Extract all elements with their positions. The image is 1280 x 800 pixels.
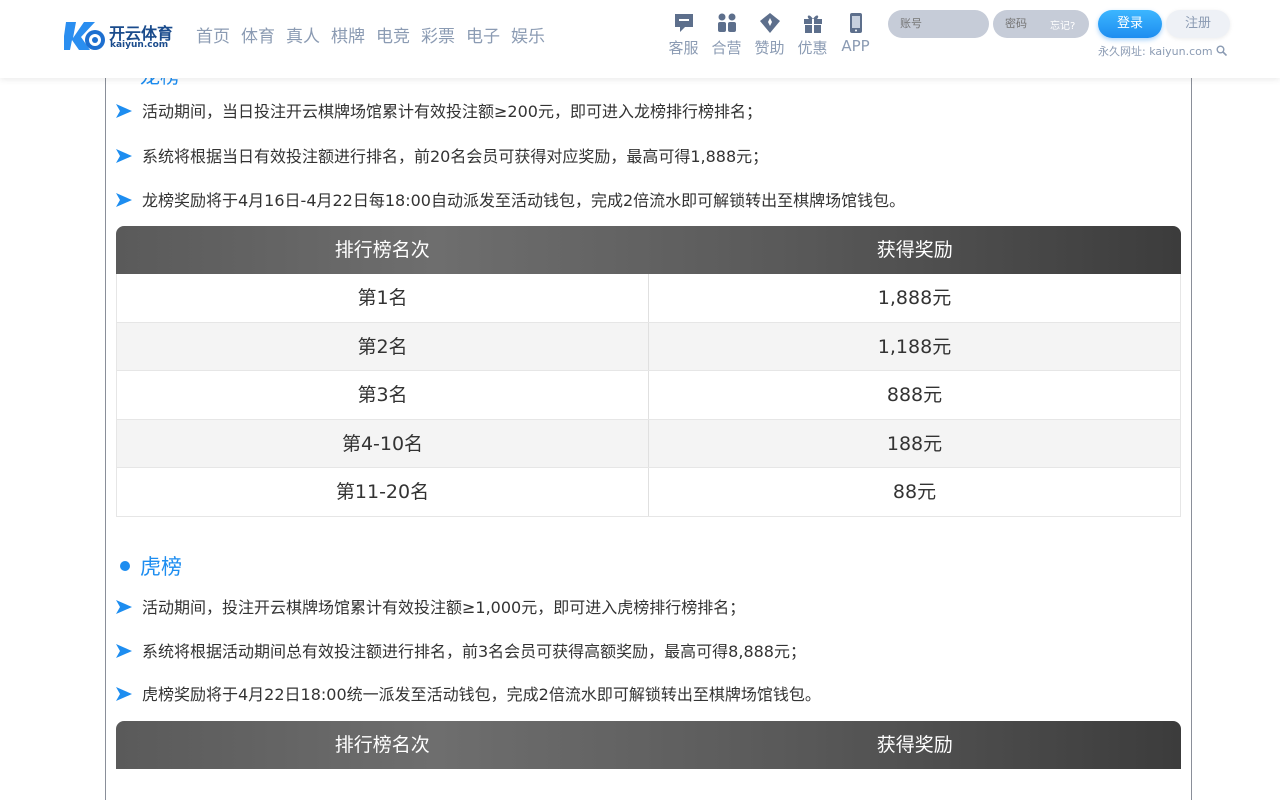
tool-partners[interactable]: 合营 — [705, 12, 748, 58]
tool-label: APP — [841, 37, 870, 55]
table-header: 排行榜名次 获得奖励 — [116, 226, 1181, 274]
arrow-icon — [116, 149, 132, 163]
tool-label: 合营 — [711, 39, 742, 57]
arrow-icon — [116, 193, 132, 207]
forgot-password-link[interactable]: 忘记? — [1050, 17, 1075, 32]
header-reward: 获得奖励 — [876, 239, 953, 261]
rank-cell: 第4-10名 — [116, 419, 649, 467]
nav-chess-cards[interactable]: 棋牌 — [331, 22, 365, 47]
table-header: 排行榜名次 获得奖励 — [116, 721, 1181, 769]
logo-subtitle: kaiyun.com — [110, 40, 169, 50]
rule-text: 龙榜奖励将于4月16日-4月22日每18:00自动派发至活动钱包，完成2倍流水即… — [142, 191, 906, 210]
search-icon — [1216, 45, 1228, 56]
tool-label: 客服 — [668, 39, 699, 57]
k-logo-icon — [64, 22, 105, 50]
bullet-dot — [120, 561, 130, 571]
tool-promotions[interactable]: 优惠 — [791, 12, 834, 58]
tiger-reward-table: 排行榜名次 获得奖励 — [116, 721, 1181, 769]
header-reward: 获得奖励 — [876, 734, 953, 756]
nav-entertainment[interactable]: 娱乐 — [511, 22, 545, 47]
reward-cell: 88元 — [649, 468, 1181, 516]
arrow-icon — [116, 104, 132, 118]
sponsor-icon — [759, 13, 780, 33]
partners-icon — [717, 13, 736, 32]
rule-text: 活动期间，当日投注开云棋牌场馆累计有效投注额≥200元，即可进入龙榜排行榜排名； — [142, 102, 762, 121]
nav-esports[interactable]: 电竞 — [376, 22, 410, 47]
arrow-icon — [116, 644, 132, 658]
table-row: 第1名 1,888元 — [116, 274, 1181, 323]
nav-lottery[interactable]: 彩票 — [421, 22, 455, 47]
phone-icon — [849, 13, 862, 33]
site-logo[interactable]: 开云体育 kaiyun.com — [64, 18, 176, 54]
reward-cell: 888元 — [649, 371, 1181, 419]
account-input[interactable] — [888, 10, 989, 38]
dragon-reward-table: 排行榜名次 获得奖励 第1名 1,888元 第2名 1,188元 第3名 888… — [116, 226, 1181, 517]
rule-text: 活动期间，投注开云棋牌场馆累计有效投注额≥1,000元，即可进入虎榜排行榜排名； — [142, 598, 746, 617]
permanent-url-text: 永久网址: kaiyun.com — [1098, 45, 1213, 58]
rule-text: 虎榜奖励将于4月22日18:00统一派发至活动钱包，完成2倍流水即可解锁转出至棋… — [142, 685, 821, 704]
dragon-rule: 活动期间，当日投注开云棋牌场馆累计有效投注额≥200元，即可进入龙榜排行榜排名； — [116, 98, 762, 122]
table-row: 第3名 888元 — [116, 371, 1181, 420]
register-button[interactable]: 注册 — [1166, 10, 1230, 38]
tiger-rule: 虎榜奖励将于4月22日18:00统一派发至活动钱包，完成2倍流水即可解锁转出至棋… — [116, 681, 821, 705]
gift-icon — [803, 15, 822, 33]
nav-sports[interactable]: 体育 — [241, 22, 275, 47]
tool-app[interactable]: APP — [834, 12, 877, 58]
tool-label: 赞助 — [754, 39, 785, 57]
rank-cell: 第1名 — [116, 274, 649, 322]
arrow-icon — [116, 687, 132, 701]
login-area: 忘记? 登录 注册 永久网址: kaiyun.com — [888, 10, 1238, 60]
nav-home[interactable]: 首页 — [196, 22, 230, 47]
tool-customer-service[interactable]: 客服 — [662, 12, 705, 58]
reward-cell: 1,888元 — [649, 274, 1181, 322]
tiger-rule: 系统将根据活动期间总有效投注额进行排名，前3名会员可获得高额奖励，最高可得8,8… — [116, 638, 806, 662]
table-row: 第4-10名 188元 — [116, 419, 1181, 468]
tool-sponsor[interactable]: 赞助 — [748, 12, 791, 58]
arrow-icon — [116, 600, 132, 614]
nav-slots[interactable]: 电子 — [466, 22, 500, 47]
rank-cell: 第3名 — [116, 371, 649, 419]
main-nav: 首页 体育 真人 棋牌 电竞 彩票 电子 娱乐 — [196, 22, 556, 47]
permanent-url[interactable]: 永久网址: kaiyun.com — [1098, 43, 1228, 59]
header-rank: 排行榜名次 — [334, 239, 430, 261]
section-title-text: 虎榜 — [140, 555, 182, 579]
tool-label: 优惠 — [797, 39, 828, 57]
tool-links: 客服 合营 赞助 优惠 APP — [662, 12, 877, 58]
table-row: 第2名 1,188元 — [116, 322, 1181, 371]
dragon-rule: 龙榜奖励将于4月16日-4月22日每18:00自动派发至活动钱包，完成2倍流水即… — [116, 187, 905, 211]
tiger-rule: 活动期间，投注开云棋牌场馆累计有效投注额≥1,000元，即可进入虎榜排行榜排名； — [116, 594, 745, 618]
top-header: 开云体育 kaiyun.com 首页 体育 真人 棋牌 电竞 彩票 电子 娱乐 … — [0, 0, 1280, 78]
login-button[interactable]: 登录 — [1098, 10, 1162, 38]
table-row: 第11-20名 88元 — [116, 468, 1181, 517]
tiger-section-title: 虎榜 — [120, 551, 182, 581]
rank-cell: 第2名 — [116, 322, 649, 370]
chat-icon — [674, 14, 693, 32]
reward-cell: 1,188元 — [649, 322, 1181, 370]
nav-live-casino[interactable]: 真人 — [286, 22, 320, 47]
rule-text: 系统将根据当日有效投注额进行排名，前20名会员可获得对应奖励，最高可得1,888… — [142, 147, 769, 166]
header-rank: 排行榜名次 — [334, 734, 430, 756]
rule-text: 系统将根据活动期间总有效投注额进行排名，前3名会员可获得高额奖励，最高可得8,8… — [142, 642, 806, 661]
dragon-rule: 系统将根据当日有效投注额进行排名，前20名会员可获得对应奖励，最高可得1,888… — [116, 143, 768, 167]
rank-cell: 第11-20名 — [116, 468, 649, 516]
reward-cell: 188元 — [649, 419, 1181, 467]
